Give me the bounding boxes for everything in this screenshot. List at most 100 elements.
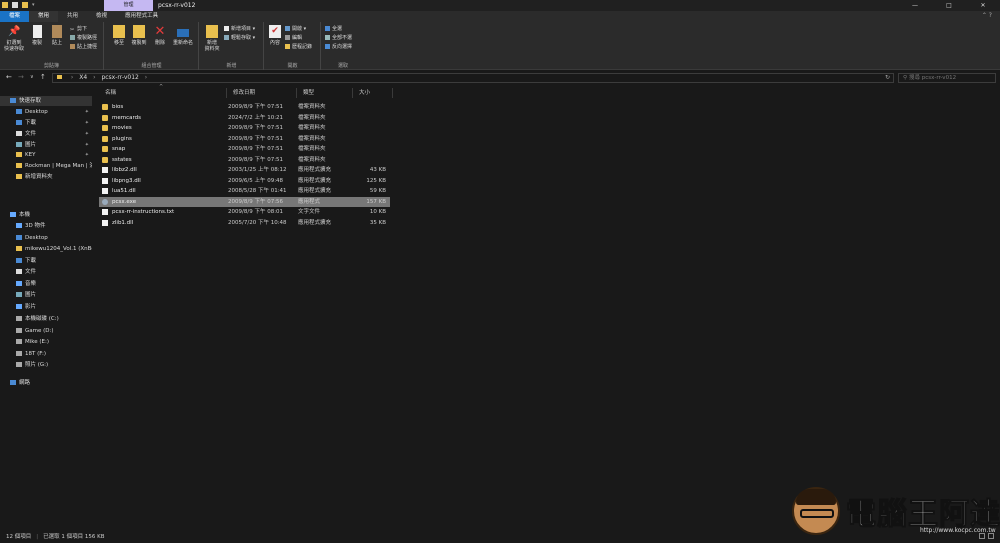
nav-item[interactable]: Desktop ✦ bbox=[0, 107, 92, 117]
nav-item-label: 快速存取 bbox=[19, 98, 42, 104]
column-header-date[interactable]: 修改日期 bbox=[227, 88, 297, 98]
file-row[interactable]: lua51.dll 2008/5/28 下午 01:41 應用程式擴充 59 KB bbox=[99, 186, 390, 196]
file-row[interactable]: pcsx-rr-instructions.txt 2009/8/9 下午 08:0… bbox=[99, 207, 390, 217]
nav-item[interactable]: 圖片 bbox=[0, 290, 92, 300]
nav-item-label: 音樂 bbox=[25, 281, 37, 287]
select-none-button[interactable]: 全部不選 bbox=[325, 35, 352, 42]
drive-icon bbox=[16, 339, 22, 344]
move-to-button[interactable]: 移至 bbox=[110, 25, 128, 46]
nav-item[interactable]: 下載 ✦ bbox=[0, 118, 92, 128]
folder-icon bbox=[102, 146, 108, 152]
column-header-size[interactable]: 大小 bbox=[353, 88, 393, 98]
file-size: 43 KB bbox=[369, 167, 386, 173]
nav-item[interactable]: 3D 物件 bbox=[0, 221, 92, 231]
up-button[interactable]: ↑ bbox=[40, 73, 46, 81]
nav-item[interactable]: Mike (E:) bbox=[0, 337, 92, 347]
file-row[interactable]: movies 2009/8/9 下午 07:51 檔案資料夾 bbox=[99, 123, 390, 133]
nav-item[interactable]: KEY ✦ bbox=[0, 150, 92, 160]
quick-access-toolbar: ▾ bbox=[2, 2, 38, 8]
manage-context-tab[interactable]: 管理 bbox=[104, 0, 153, 11]
move-to-icon bbox=[113, 25, 125, 38]
delete-button[interactable]: ✕ 刪除 bbox=[152, 25, 168, 46]
help-icon[interactable]: ⌃ ? bbox=[982, 12, 992, 19]
forward-button[interactable]: → bbox=[18, 73, 24, 81]
music-icon bbox=[16, 281, 22, 286]
file-row[interactable]: zlib1.dll 2005/7/20 下午 10:48 應用程式擴充 35 KB bbox=[99, 218, 390, 228]
mascot-glasses bbox=[800, 509, 834, 518]
nav-item[interactable]: Rockman | Mega Man | 洛克人 bbox=[0, 161, 92, 171]
file-row[interactable]: pcsx.exe 2009/8/9 下午 07:56 應用程式 157 KB bbox=[99, 196, 390, 207]
nav-item[interactable]: 文件 ✦ bbox=[0, 129, 92, 139]
tab-home[interactable]: 常用 bbox=[29, 11, 59, 22]
nav-item[interactable]: 本機 bbox=[0, 210, 92, 220]
file-row[interactable]: plugins 2009/8/9 下午 07:51 檔案資料夾 bbox=[99, 134, 390, 144]
tab-application-tools[interactable]: 應用程式工具 bbox=[116, 11, 167, 22]
pin-to-quick-access-button[interactable]: 📌 釘選到 快速存取 bbox=[3, 25, 25, 52]
file-row[interactable]: snap 2009/8/9 下午 07:51 檔案資料夾 bbox=[99, 144, 390, 154]
file-name: lua51.dll bbox=[112, 188, 136, 194]
nav-item[interactable]: Desktop bbox=[0, 233, 92, 243]
easy-access-button[interactable]: 輕鬆存取 ▾ bbox=[224, 35, 255, 42]
search-input[interactable]: ⚲ 搜尋 pcsx-rr-v012 bbox=[898, 73, 996, 83]
nav-item[interactable]: 網路 bbox=[0, 378, 92, 388]
nav-item[interactable]: mikewu1204_Vol.1 (XnBook) bbox=[0, 244, 92, 254]
copy-button[interactable]: 複製 bbox=[28, 25, 46, 46]
new-folder-button[interactable]: 新增 資料夾 bbox=[202, 25, 222, 52]
copy-path-button[interactable]: 複製路徑 bbox=[70, 35, 97, 42]
nav-item[interactable]: 文件 bbox=[0, 267, 92, 277]
history-button[interactable]: 歷程記錄 bbox=[285, 44, 312, 51]
nav-item[interactable]: 快速存取 bbox=[0, 96, 92, 106]
file-row[interactable]: memcards 2024/7/2 上午 10:21 檔案資料夾 bbox=[99, 113, 390, 123]
properties-icon[interactable] bbox=[12, 2, 18, 8]
file-name: libpng3.dll bbox=[112, 177, 141, 184]
paste-shortcut-button[interactable]: 貼上捷徑 bbox=[70, 44, 97, 51]
paste-button[interactable]: 貼上 bbox=[48, 25, 66, 46]
maximize-button[interactable]: □ bbox=[932, 0, 966, 11]
back-button[interactable]: ← bbox=[6, 73, 12, 81]
nav-item[interactable]: Game (D:) bbox=[0, 326, 92, 336]
select-all-button[interactable]: 全選 bbox=[325, 26, 342, 33]
3d-objects-icon bbox=[16, 223, 22, 228]
minimize-button[interactable]: — bbox=[898, 0, 932, 11]
file-row[interactable]: sstates 2009/8/9 下午 07:51 檔案資料夾 bbox=[99, 155, 390, 165]
breadcrumb-separator: › bbox=[144, 74, 148, 81]
nav-item[interactable]: 照片 (G:) bbox=[0, 360, 92, 370]
nav-item-label: Mike (E:) bbox=[25, 339, 50, 345]
file-row[interactable]: bios 2009/8/9 下午 07:51 檔案資料夾 bbox=[99, 102, 390, 112]
nav-item[interactable]: 音樂 bbox=[0, 279, 92, 289]
tab-share[interactable]: 共用 bbox=[58, 11, 87, 22]
window-title: pcsx-rr-v012 bbox=[158, 2, 196, 9]
copy-to-button[interactable]: 複製到 bbox=[129, 25, 149, 46]
nav-item[interactable]: 本機磁碟 (C:) bbox=[0, 314, 92, 324]
file-row[interactable]: libbz2.dll 2003/1/25 上午 08:12 應用程式擴充 43 KB bbox=[99, 165, 390, 175]
nav-item[interactable]: 下載 bbox=[0, 256, 92, 266]
close-button[interactable]: ✕ bbox=[966, 0, 1000, 11]
nav-item[interactable]: 影片 bbox=[0, 302, 92, 312]
nav-item[interactable]: 18T (F:) bbox=[0, 349, 92, 359]
rename-button[interactable]: 重新命名 bbox=[169, 25, 197, 46]
open-button[interactable]: 開啟 ▾ bbox=[285, 26, 306, 33]
pin-icon: ✦ bbox=[84, 152, 89, 158]
tab-view[interactable]: 檢視 bbox=[87, 11, 116, 22]
recent-locations-button[interactable]: ∨ bbox=[30, 74, 34, 80]
nav-item[interactable]: 圖片 ✦ bbox=[0, 140, 92, 150]
nav-item[interactable]: 新增資料夾 bbox=[0, 172, 92, 182]
edit-button[interactable]: 編輯 bbox=[285, 35, 302, 42]
breadcrumb-current[interactable]: pcsx-rr-v012 bbox=[101, 74, 138, 81]
new-item-button[interactable]: 新增項目 ▾ bbox=[224, 26, 255, 33]
cut-button[interactable]: ✂ 剪下 bbox=[70, 26, 87, 33]
clipboard-group-label: 剪貼簿 bbox=[43, 63, 59, 69]
refresh-icon[interactable]: ↻ bbox=[885, 74, 890, 82]
nav-item-label: 本機磁碟 (C:) bbox=[25, 316, 59, 322]
tab-file[interactable]: 檔案 bbox=[0, 11, 30, 22]
open-group-label: 開啟 bbox=[287, 63, 298, 69]
chevron-down-icon[interactable]: ▾ bbox=[32, 2, 38, 8]
new-folder-icon[interactable] bbox=[22, 2, 28, 8]
nav-item-label: 本機 bbox=[19, 212, 31, 218]
address-bar[interactable]: › X4 › pcsx-rr-v012 › ↻ bbox=[52, 73, 894, 83]
invert-selection-button[interactable]: 反向選擇 bbox=[325, 44, 352, 51]
properties-button[interactable]: ✔ 內容 bbox=[267, 25, 283, 46]
file-row[interactable]: libpng3.dll 2009/6/5 上午 09:48 應用程式擴充 125 KB bbox=[99, 176, 390, 186]
column-header-type[interactable]: 類型 bbox=[297, 88, 353, 98]
breadcrumb-x4[interactable]: X4 bbox=[79, 74, 87, 81]
